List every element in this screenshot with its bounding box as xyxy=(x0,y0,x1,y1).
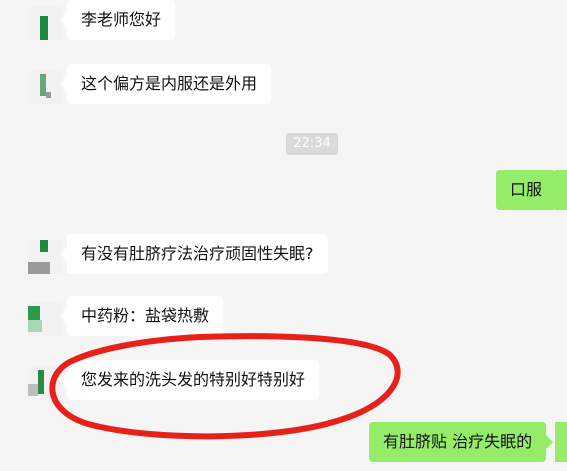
message-bubble-incoming[interactable]: 中药粉：盐袋热敷 xyxy=(59,296,224,336)
message-bubble-outgoing[interactable]: 口服 xyxy=(496,170,564,210)
message-bubble-incoming[interactable]: 您发来的洗头发的特别好特别好 xyxy=(59,360,320,400)
message-bubble-incoming[interactable]: 有没有肚脐疗法治疗顽固性失眠? xyxy=(60,234,328,274)
contact-avatar[interactable] xyxy=(28,6,62,40)
contact-avatar[interactable] xyxy=(28,302,62,336)
self-avatar-partial xyxy=(555,422,567,462)
message-bubble-incoming[interactable]: 李老师您好 xyxy=(59,0,176,40)
self-avatar-partial xyxy=(555,170,567,210)
contact-avatar[interactable] xyxy=(28,240,62,274)
contact-avatar[interactable] xyxy=(28,70,62,104)
message-bubble-incoming[interactable]: 这个偏方是内服还是外用 xyxy=(59,64,272,104)
contact-avatar[interactable] xyxy=(28,366,62,400)
time-separator: 22:34 xyxy=(286,133,338,155)
chat-panel: 李老师您好 这个偏方是内服还是外用 22:34 口服 有没有肚脐疗法治疗顽固性失… xyxy=(0,0,567,471)
message-bubble-outgoing[interactable]: 有肚脐贴 治疗失眠的 xyxy=(369,422,554,462)
